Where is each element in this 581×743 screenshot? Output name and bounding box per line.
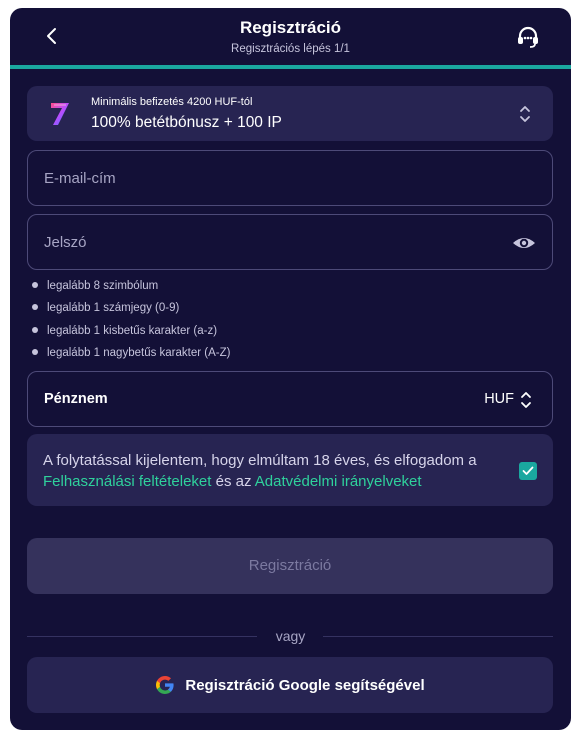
email-field: [27, 150, 553, 206]
eye-icon: [513, 238, 535, 248]
terms-consent: A folytatással kijelentem, hogy elmúltam…: [27, 434, 553, 506]
google-logo-icon: [156, 676, 174, 694]
terms-checkbox[interactable]: [519, 462, 537, 480]
support-button[interactable]: [515, 24, 541, 50]
min-deposit-text: Minimális befizetés 4200 HUF-tól: [91, 96, 253, 108]
privacy-policy-link[interactable]: Adatvédelmi irányelveket: [255, 473, 422, 490]
headset-icon: [518, 26, 538, 48]
password-rule: legalább 1 számjegy (0-9): [31, 300, 230, 322]
bonus-offer-text: 100% betétbónusz + 100 IP: [91, 114, 282, 131]
seven-logo-icon: [51, 103, 69, 125]
progress-bar: [10, 65, 571, 69]
header: Regisztráció Regisztrációs lépés 1/1: [10, 8, 571, 66]
password-rule: legalább 8 szimbólum: [31, 278, 230, 300]
registration-modal: Regisztráció Regisztrációs lépés 1/1 Min…: [10, 8, 571, 730]
currency-select[interactable]: Pénznem HUF: [27, 371, 553, 427]
bullet-icon: [32, 348, 38, 355]
bullet-icon: [32, 326, 38, 333]
google-signup-button[interactable]: Regisztráció Google segítségével: [27, 657, 553, 713]
bullet-icon: [32, 282, 38, 288]
register-button[interactable]: Regisztráció: [27, 538, 553, 594]
currency-label: Pénznem: [44, 391, 108, 407]
page-title: Regisztráció: [239, 18, 342, 37]
chevron-updown-icon: [521, 392, 531, 408]
password-visibility-toggle[interactable]: [512, 233, 536, 253]
terms-text: A folytatással kijelentem, hogy elmúltam…: [43, 452, 477, 490]
email-input[interactable]: [28, 151, 552, 205]
bullet-icon: [32, 304, 38, 311]
divider-line: [323, 636, 553, 637]
password-rules: legalább 8 szimbólum legalább 1 számjegy…: [31, 278, 230, 367]
checkmark-icon: [522, 466, 534, 475]
chevron-updown-icon: [520, 106, 530, 122]
google-signup-label: Regisztráció Google segítségével: [185, 676, 425, 694]
currency-value: HUF: [484, 391, 514, 407]
password-input[interactable]: [28, 215, 552, 269]
terms-of-use-link[interactable]: Felhasználási feltételeket: [43, 473, 211, 490]
step-indicator: Regisztrációs lépés 1/1: [231, 43, 350, 55]
password-rule: legalább 1 kisbetűs karakter (a-z): [31, 323, 230, 345]
password-rule: legalább 1 nagybetűs karakter (A-Z): [31, 345, 230, 367]
password-field: [27, 214, 553, 270]
bonus-selector[interactable]: Minimális befizetés 4200 HUF-tól 100% be…: [27, 86, 553, 141]
